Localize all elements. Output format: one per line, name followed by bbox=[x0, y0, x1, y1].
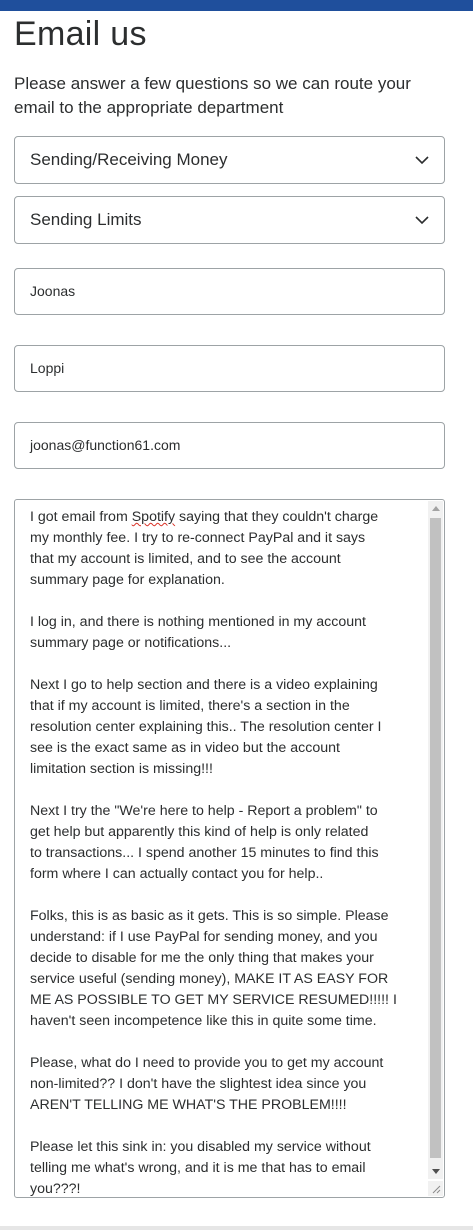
subtopic-select-value: Sending Limits bbox=[30, 210, 142, 229]
email-field[interactable]: joonas@function61.com bbox=[14, 422, 445, 469]
misspelled-word: Spotify bbox=[131, 509, 176, 525]
subtopic-select[interactable]: Sending Limits bbox=[14, 196, 445, 244]
chevron-down-icon bbox=[415, 216, 429, 225]
page-title: Email us bbox=[14, 15, 147, 53]
message-text: I got email from Spotify saying that the… bbox=[30, 507, 425, 1197]
message-text-rest: saying that they couldn't charge my mont… bbox=[30, 509, 397, 1197]
intro-text: Please answer a few questions so we can … bbox=[14, 74, 411, 117]
bottom-divider bbox=[0, 1226, 473, 1230]
last-name-field[interactable]: Loppi bbox=[14, 345, 445, 392]
message-text-start: I got email from bbox=[30, 509, 132, 525]
scroll-down-arrow-icon[interactable] bbox=[432, 1169, 440, 1174]
textarea-scrollbar[interactable] bbox=[428, 501, 443, 1179]
last-name-value: Loppi bbox=[30, 360, 65, 376]
topic-select-value: Sending/Receiving Money bbox=[30, 150, 228, 169]
topic-select[interactable]: Sending/Receiving Money bbox=[14, 136, 445, 184]
first-name-value: Joonas bbox=[30, 283, 76, 299]
scrollbar-thumb[interactable] bbox=[430, 518, 441, 1158]
email-value: joonas@function61.com bbox=[30, 437, 181, 453]
resize-lines bbox=[432, 1185, 441, 1194]
top-brand-bar bbox=[0, 0, 473, 11]
resize-grip-icon[interactable] bbox=[428, 1181, 443, 1196]
chevron-down-icon bbox=[415, 156, 429, 165]
scroll-up-arrow-icon[interactable] bbox=[432, 506, 440, 511]
first-name-field[interactable]: Joonas bbox=[14, 268, 445, 315]
message-textarea[interactable]: I got email from Spotify saying that the… bbox=[14, 499, 445, 1198]
